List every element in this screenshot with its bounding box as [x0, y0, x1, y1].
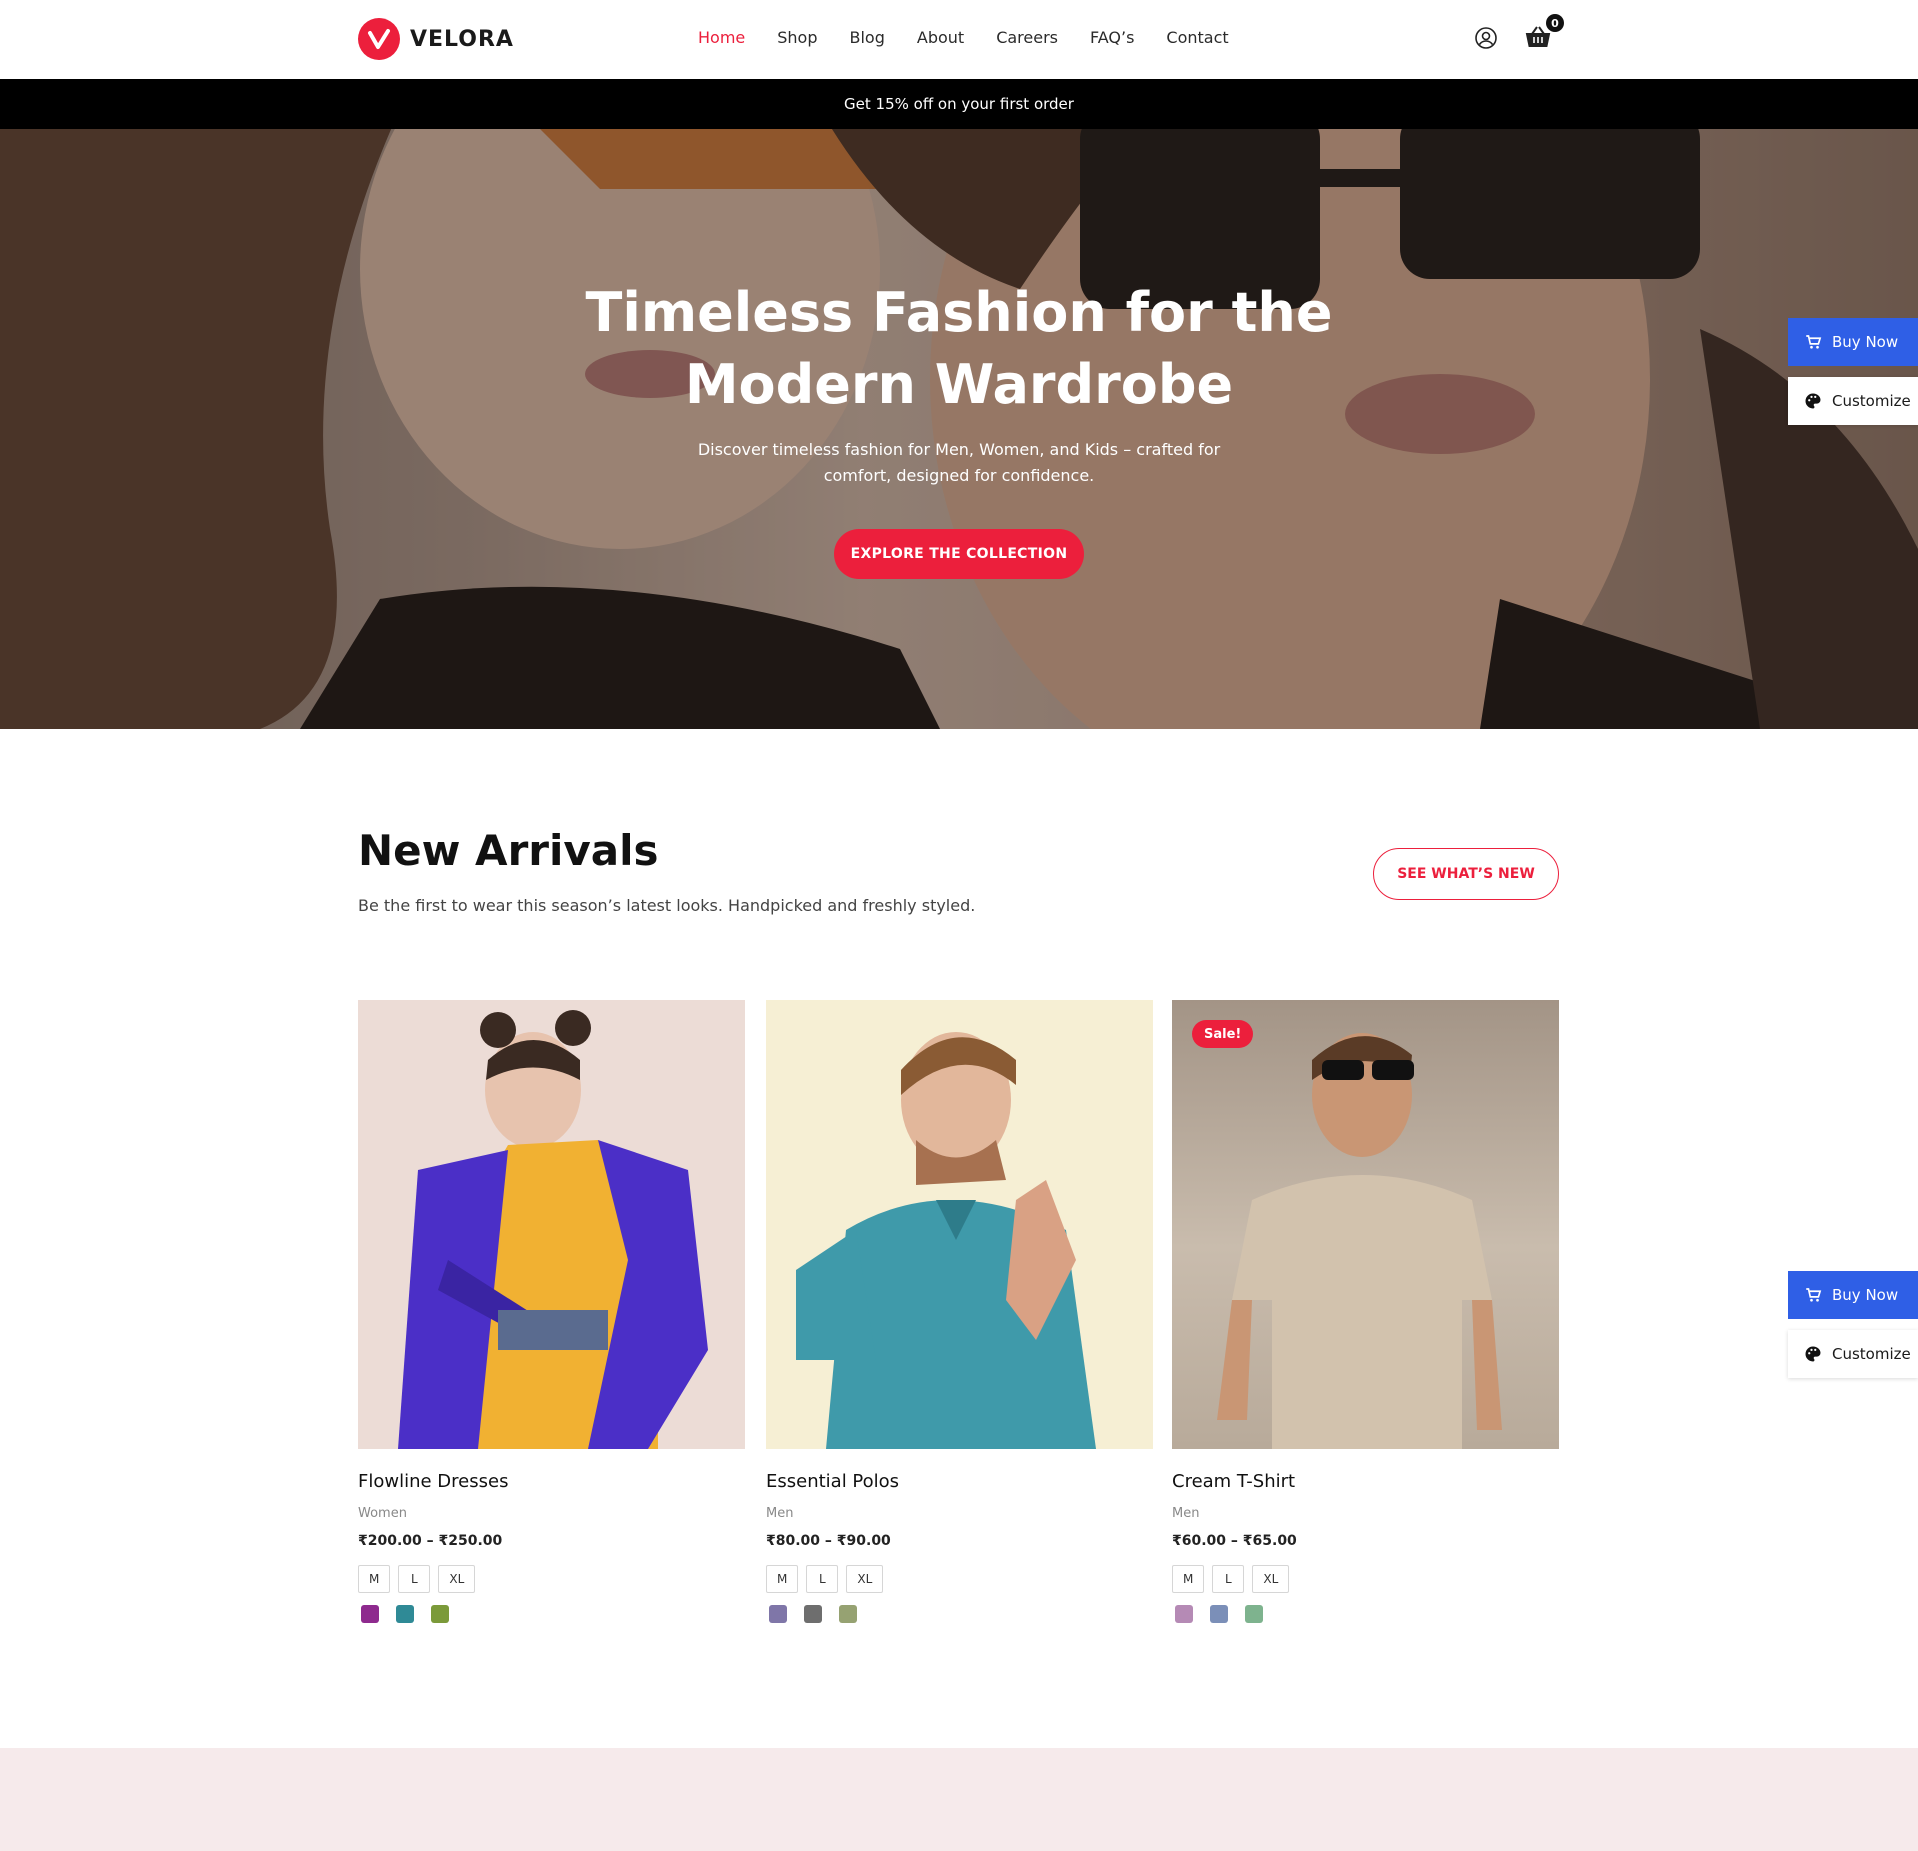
hero-overlay — [0, 129, 1918, 729]
site-header: VELORA Home Shop Blog About Careers FAQ’… — [0, 0, 1918, 79]
buy-now-button-2[interactable]: Buy Now — [1788, 1271, 1918, 1319]
hero-banner: Timeless Fashion for the Modern Wardrobe… — [0, 129, 1918, 729]
nav-careers[interactable]: Careers — [996, 28, 1058, 47]
product-card: Sale! Cream T-Shirt Men ₹60.00 – ₹65.00 … — [1172, 1000, 1559, 1623]
customize-button[interactable]: Customize — [1788, 377, 1918, 425]
cart-icon — [1806, 1288, 1822, 1302]
color-swatch[interactable] — [1245, 1605, 1263, 1623]
size-option[interactable]: M — [358, 1565, 391, 1593]
hero-subtitle-line-1: Discover timeless fashion for Men, Women… — [697, 440, 1221, 459]
customize-button-2[interactable]: Customize — [1788, 1330, 1918, 1378]
nav-home[interactable]: Home — [698, 28, 745, 47]
product-category: Women — [358, 1506, 407, 1521]
main-nav: Home Shop Blog About Careers FAQ’s Conta… — [698, 28, 1261, 47]
nav-shop[interactable]: Shop — [777, 28, 817, 47]
color-options — [766, 1605, 1153, 1623]
buy-now-label: Buy Now — [1832, 1286, 1899, 1304]
product-image[interactable] — [358, 1000, 745, 1449]
user-circle-icon[interactable] — [1474, 26, 1500, 52]
new-arrivals-title: New Arrivals — [358, 826, 659, 875]
color-options — [1172, 1605, 1559, 1623]
product-name[interactable]: Cream T-Shirt — [1172, 1471, 1559, 1492]
product-price: ₹60.00 – ₹65.00 — [1172, 1533, 1297, 1549]
cart-count-badge: 0 — [1546, 14, 1564, 32]
customize-label: Customize — [1832, 392, 1911, 410]
nav-blog[interactable]: Blog — [850, 28, 885, 47]
hero-title: Timeless Fashion for the Modern Wardrobe — [0, 277, 1918, 421]
size-option[interactable]: L — [1212, 1565, 1245, 1593]
next-section-band — [0, 1748, 1918, 1851]
product-category: Men — [766, 1506, 794, 1521]
color-swatch[interactable] — [396, 1605, 414, 1623]
size-option[interactable]: M — [1172, 1565, 1205, 1593]
product-price: ₹200.00 – ₹250.00 — [358, 1533, 503, 1549]
color-swatch[interactable] — [1175, 1605, 1193, 1623]
basket-icon[interactable] — [1524, 24, 1551, 50]
hero-subtitle: Discover timeless fashion for Men, Women… — [659, 437, 1259, 489]
buy-now-label: Buy Now — [1832, 333, 1899, 351]
color-swatch[interactable] — [769, 1605, 787, 1623]
color-swatch[interactable] — [839, 1605, 857, 1623]
product-name[interactable]: Flowline Dresses — [358, 1471, 745, 1492]
color-swatch[interactable] — [431, 1605, 449, 1623]
promo-text: Get 15% off on your first order — [844, 95, 1074, 113]
size-options: M L XL — [1172, 1565, 1559, 1593]
logo-check-icon — [358, 18, 400, 60]
size-option[interactable]: L — [806, 1565, 839, 1593]
size-option[interactable]: XL — [438, 1565, 476, 1593]
nav-contact[interactable]: Contact — [1166, 28, 1228, 47]
color-options — [358, 1605, 745, 1623]
customize-label: Customize — [1832, 1345, 1911, 1363]
product-card: Essential Polos Men ₹80.00 – ₹90.00 M L … — [766, 1000, 1153, 1623]
size-option[interactable]: L — [398, 1565, 431, 1593]
product-price: ₹80.00 – ₹90.00 — [766, 1533, 891, 1549]
nav-faqs[interactable]: FAQ’s — [1090, 28, 1134, 47]
hero-title-line-1: Timeless Fashion for the — [585, 281, 1333, 344]
product-category: Men — [1172, 1506, 1200, 1521]
color-swatch[interactable] — [804, 1605, 822, 1623]
product-image[interactable] — [766, 1000, 1153, 1449]
size-options: M L XL — [358, 1565, 745, 1593]
size-option[interactable]: XL — [1252, 1565, 1290, 1593]
hero-subtitle-line-2: comfort, designed for confidence. — [823, 466, 1095, 485]
buy-now-button[interactable]: Buy Now — [1788, 318, 1918, 366]
product-image[interactable]: Sale! — [1172, 1000, 1559, 1449]
size-options: M L XL — [766, 1565, 1153, 1593]
promo-bar: Get 15% off on your first order — [0, 79, 1918, 129]
new-arrivals-subtitle: Be the first to wear this season’s lates… — [358, 896, 976, 915]
palette-icon — [1805, 393, 1821, 409]
cart-icon — [1806, 335, 1822, 349]
product-card: Flowline Dresses Women ₹200.00 – ₹250.00… — [358, 1000, 745, 1623]
sale-badge: Sale! — [1192, 1020, 1254, 1048]
palette-icon — [1805, 1346, 1821, 1362]
size-option[interactable]: M — [766, 1565, 799, 1593]
color-swatch[interactable] — [1210, 1605, 1228, 1623]
see-whats-new-button[interactable]: SEE WHAT’S NEW — [1373, 848, 1559, 900]
explore-collection-button[interactable]: EXPLORE THE COLLECTION — [834, 529, 1084, 579]
hero-title-line-2: Modern Wardrobe — [684, 353, 1234, 416]
brand-logo[interactable]: VELORA — [358, 18, 514, 60]
size-option[interactable]: XL — [846, 1565, 884, 1593]
brand-name: VELORA — [410, 26, 514, 52]
color-swatch[interactable] — [361, 1605, 379, 1623]
nav-about[interactable]: About — [917, 28, 964, 47]
product-name[interactable]: Essential Polos — [766, 1471, 1153, 1492]
